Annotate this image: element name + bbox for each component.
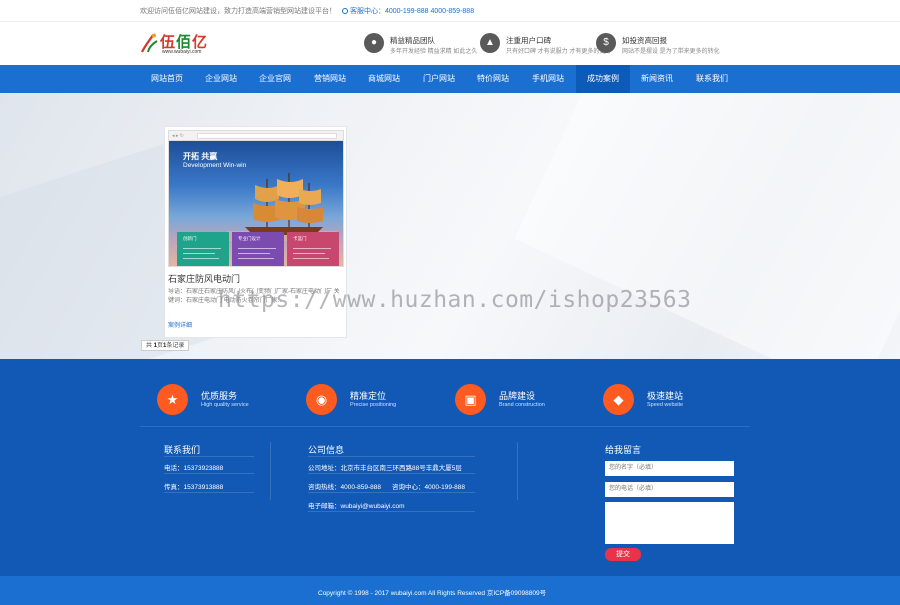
thumbnail-subheading: Development Win-win: [183, 162, 247, 169]
column-separator: [517, 442, 518, 500]
contact-fax: 传真：15373913888: [164, 484, 224, 491]
copyright-bar: Copyright © 1998 - 2017 wubaiyi.com All …: [0, 576, 900, 605]
nav-item-enterprise-official[interactable]: 企业官网: [248, 65, 302, 93]
contact-phone: 电话：15373923888: [164, 465, 224, 472]
site-header: 伍佰亿 www.wubaiyi.com ● 精益精品团队 多年开发经验 精益求精…: [0, 22, 900, 65]
message-textarea[interactable]: [605, 502, 734, 544]
service-quality: ★ 优质服务 High quality service: [157, 384, 297, 418]
logo-mark-icon: [141, 33, 158, 53]
sailing-ship-icon: [227, 173, 337, 241]
nav-item-portal-site[interactable]: 门户网站: [412, 65, 466, 93]
thumbnail-box: 创新门: [177, 232, 229, 266]
browser-address-bar: [197, 133, 337, 139]
thumbnail-heading: 开拓 共赢: [183, 152, 218, 161]
thumbnail-feature-boxes: 创新门 专业门设计 卡蓝门: [177, 232, 339, 266]
case-thumbnail[interactable]: ◂ ▸ ↻ 开拓 共赢 Development Win-win 创新门 专业门设…: [168, 130, 344, 267]
message-title: 给我留言: [605, 445, 642, 455]
nav-item-home[interactable]: 网站首页: [140, 65, 194, 93]
site-footer: ★ 优质服务 High quality service ◉ 精准定位 Preci…: [0, 359, 900, 576]
logo-domain: www.wubaiyi.com: [162, 49, 202, 55]
star-icon: ★: [157, 384, 188, 415]
contact-title: 联系我们: [164, 445, 201, 455]
submit-button[interactable]: 提交: [605, 548, 641, 561]
location-pin-icon: ◉: [306, 384, 337, 415]
case-list-area: ◂ ▸ ↻ 开拓 共赢 Development Win-win 创新门 专业门设…: [0, 93, 900, 359]
column-separator: [270, 442, 271, 500]
service-brand: ▣ 品牌建设 Brand construction: [455, 384, 595, 418]
copyright-text: Copyright © 1998 - 2017 wubaiyi.com All …: [318, 590, 547, 597]
phone-numbers: 4000-199-888 4000-859-888: [384, 8, 475, 15]
nav-item-special-offer[interactable]: 特价网站: [466, 65, 520, 93]
cube-icon: ▣: [455, 384, 486, 415]
company-hotline: 咨询热线：4000-859-888: [308, 484, 381, 491]
case-title[interactable]: 石家庄防风电动门: [168, 272, 240, 285]
money-bag-icon: $: [596, 33, 616, 53]
service-positioning: ◉ 精准定位 Precise positioning: [306, 384, 446, 418]
diamond-icon: ◆: [603, 384, 634, 415]
nav-item-mall-site[interactable]: 商城网站: [357, 65, 411, 93]
company-service-center: 咨询中心：4000-199-888: [392, 484, 465, 491]
phone-label: 客服中心：: [341, 8, 385, 15]
browser-chrome: ◂ ▸ ↻: [169, 131, 343, 141]
nav-item-news[interactable]: 新闻资讯: [630, 65, 684, 93]
feature-team: ● 精益精品团队 多年开发经验 精益求精 如此之久: [364, 32, 494, 56]
nav-item-enterprise-site[interactable]: 企业网站: [194, 65, 248, 93]
nav-item-success-cases[interactable]: 成功案例: [576, 65, 630, 93]
name-input[interactable]: [605, 461, 734, 476]
company-title: 公司信息: [308, 445, 345, 455]
feature-roi: $ 如投资高回报 网站不是摆设 是为了带来更多的转化: [596, 32, 726, 56]
thumbs-up-icon: ▲: [480, 33, 500, 53]
phone-input[interactable]: [605, 482, 734, 497]
welcome-text: 欢迎访问伍佰亿网站建设，致力打造高端营销型网站建设平台！: [140, 8, 336, 15]
top-bar: 欢迎访问伍佰亿网站建设，致力打造高端营销型网站建设平台！ 客服中心：4000-1…: [0, 0, 900, 22]
nav-item-mobile-site[interactable]: 手机网站: [521, 65, 575, 93]
phone-icon: [341, 8, 348, 14]
thumbnail-scene: 开拓 共赢 Development Win-win 创新门 专业门设计 卡蓝门: [169, 141, 343, 266]
watermark-text: https://www.huzhan.com/ishop23563: [218, 287, 692, 313]
company-address: 公司地址：北京市丰台区南三环西路88号丰鼎大厦5层: [308, 465, 462, 472]
pagination-info: 共 1页1条记录: [141, 340, 190, 351]
team-icon: ●: [364, 33, 384, 53]
thumbnail-box: 专业门设计: [232, 232, 284, 266]
case-detail-link[interactable]: 案例详细: [168, 320, 192, 329]
feature-reputation: ▲ 注重用户口碑 只有好口碑 才有说服力 才有更多的更好: [480, 32, 611, 56]
main-nav: 网站首页 企业网站 企业官网 营销网站 商城网站 门户网站 特价网站 手机网站 …: [0, 65, 900, 93]
thumbnail-box: 卡蓝门: [287, 232, 339, 266]
site-logo[interactable]: 伍佰亿 www.wubaiyi.com: [140, 30, 225, 56]
background-shape: [514, 93, 900, 359]
nav-item-contact[interactable]: 联系我们: [685, 65, 739, 93]
company-email: 电子邮箱：wubaiyi@wubaiyi.com: [308, 503, 405, 510]
nav-item-marketing-site[interactable]: 营销网站: [303, 65, 357, 93]
browser-nav-icon: ◂ ▸ ↻: [172, 133, 184, 139]
service-speed: ◆ 极速建站 Speed website: [603, 384, 743, 418]
footer-divider: [140, 426, 750, 427]
